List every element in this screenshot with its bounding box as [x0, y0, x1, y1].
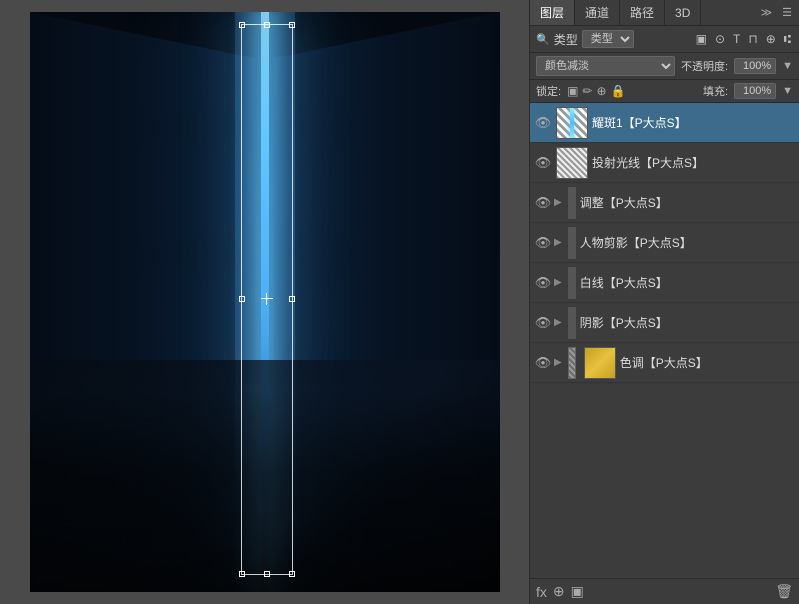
- eye-icon-5[interactable]: 👁: [534, 275, 552, 291]
- layers-list: 👁 耀斑1【P大点S】 👁 投射光线【P大点S】 👁 ▶ 调整【P大点S】: [530, 103, 799, 578]
- eye-icon-3[interactable]: 👁: [534, 195, 552, 211]
- layer-name-1: 耀斑1【P大点S】: [592, 114, 795, 131]
- layer-item-3[interactable]: 👁 ▶ 调整【P大点S】: [530, 183, 799, 223]
- eye-icon-1[interactable]: 👁: [534, 115, 552, 131]
- fill-arrow[interactable]: ▼: [782, 85, 793, 97]
- opacity-arrow[interactable]: ▼: [782, 60, 793, 72]
- layer-name-2: 投射光线【P大点S】: [592, 154, 795, 171]
- layer-group-indicator-5: [568, 267, 576, 299]
- layer-group-indicator-3: [568, 187, 576, 219]
- layer-group-indicator-7: [568, 347, 576, 379]
- search-icon: 🔍: [536, 33, 550, 46]
- opacity-label: 不透明度:: [681, 58, 728, 74]
- layer-arrow-4[interactable]: ▶: [554, 237, 562, 248]
- layer-item-4[interactable]: 👁 ▶ 人物剪影【P大点S】: [530, 223, 799, 263]
- lock-icon-move[interactable]: ⊕: [596, 84, 606, 98]
- layer-group-indicator-4: [568, 227, 576, 259]
- tab-more-icon[interactable]: ≫: [758, 4, 776, 21]
- eye-icon-6[interactable]: 👁: [534, 315, 552, 331]
- handle-middle-left[interactable]: [239, 296, 245, 302]
- eye-icon-7[interactable]: 👁: [534, 355, 552, 371]
- lock-icons: ▣ ✏ ⊕ 🔒: [567, 84, 625, 98]
- layer-group-indicator-6: [568, 307, 576, 339]
- canvas-area: [0, 0, 529, 604]
- delete-layer-button[interactable]: 🗑: [775, 583, 793, 600]
- tab-layers[interactable]: 图层: [530, 0, 575, 25]
- new-group-button[interactable]: ▣: [571, 583, 584, 600]
- layer-item-2[interactable]: 👁 投射光线【P大点S】: [530, 143, 799, 183]
- canvas-image: [30, 12, 500, 592]
- tab-bar: 图层 通道 路径 3D ≫ ☰: [530, 0, 799, 26]
- lock-row: 锁定: ▣ ✏ ⊕ 🔒 填充: 100% ▼: [530, 80, 799, 103]
- layer-name-3: 调整【P大点S】: [580, 194, 795, 211]
- search-filter-icon-circle[interactable]: ⊙: [713, 31, 727, 47]
- search-icons-right: ▣ ⊙ T ⊓ ⊕ ⑆: [694, 31, 793, 47]
- new-fill-layer-button[interactable]: ⊕: [553, 583, 565, 600]
- tab-menu-icon[interactable]: ☰: [779, 4, 795, 21]
- fx-button[interactable]: fx: [536, 584, 547, 600]
- transform-box: [241, 24, 293, 575]
- layer-name-5: 白线【P大点S】: [580, 274, 795, 291]
- layer-thumb-2: [556, 147, 588, 179]
- lock-label: 锁定:: [536, 83, 561, 99]
- tab-channels[interactable]: 通道: [575, 0, 620, 25]
- handle-middle-right[interactable]: [289, 296, 295, 302]
- layer-item-7[interactable]: 👁 ▶ 色调【P大点S】: [530, 343, 799, 383]
- crosshair: [261, 293, 273, 305]
- fill-label: 填充:: [703, 83, 728, 99]
- layer-name-7: 色调【P大点S】: [620, 354, 795, 371]
- search-filter-icon-smart[interactable]: ⑆: [782, 31, 793, 47]
- search-filter-icon-text[interactable]: T: [731, 31, 742, 47]
- layer-item-6[interactable]: 👁 ▶ 阴影【P大点S】: [530, 303, 799, 343]
- layer-arrow-6[interactable]: ▶: [554, 317, 562, 328]
- layer-item-1[interactable]: 👁 耀斑1【P大点S】: [530, 103, 799, 143]
- layer-thumb-1: [556, 107, 588, 139]
- tab-icons: ≫ ☰: [758, 4, 799, 21]
- tab-3d[interactable]: 3D: [665, 0, 701, 25]
- search-bar: 🔍 类型 类型 ▣ ⊙ T ⊓ ⊕ ⑆: [530, 26, 799, 53]
- bottom-toolbar: fx ⊕ ▣ 🗑: [530, 578, 799, 604]
- layer-arrow-3[interactable]: ▶: [554, 197, 562, 208]
- search-type-select[interactable]: 类型: [582, 30, 634, 48]
- lock-icon-lock[interactable]: 🔒: [611, 84, 626, 98]
- handle-top-right[interactable]: [289, 22, 295, 28]
- blend-mode-select[interactable]: 颜色减淡: [536, 56, 675, 76]
- tab-paths[interactable]: 路径: [620, 0, 665, 25]
- search-filter-icon-effect[interactable]: ⊕: [764, 31, 778, 47]
- eye-icon-4[interactable]: 👁: [534, 235, 552, 251]
- handle-bottom-right[interactable]: [289, 571, 295, 577]
- layer-arrow-7[interactable]: ▶: [554, 357, 562, 368]
- layer-thumb-7: [584, 347, 616, 379]
- layer-name-4: 人物剪影【P大点S】: [580, 234, 795, 251]
- handle-bottom-left[interactable]: [239, 571, 245, 577]
- layer-name-6: 阴影【P大点S】: [580, 314, 795, 331]
- handle-bottom-center[interactable]: [264, 571, 270, 577]
- handle-top-left[interactable]: [239, 22, 245, 28]
- fill-value[interactable]: 100%: [734, 83, 776, 99]
- search-filter-icon-rect[interactable]: ▣: [694, 31, 709, 47]
- opacity-value[interactable]: 100%: [734, 58, 776, 74]
- layer-item-5[interactable]: 👁 ▶ 白线【P大点S】: [530, 263, 799, 303]
- lock-icon-pen[interactable]: ✏: [582, 84, 592, 98]
- search-filter-icon-shape[interactable]: ⊓: [746, 31, 759, 47]
- search-label: 类型: [554, 31, 578, 48]
- eye-icon-2[interactable]: 👁: [534, 155, 552, 171]
- lock-icon-checkered[interactable]: ▣: [567, 84, 578, 98]
- handle-top-center[interactable]: [264, 22, 270, 28]
- panels: 图层 通道 路径 3D ≫ ☰ 🔍 类型 类型 ▣ ⊙ T ⊓ ⊕ ⑆ 颜色减淡…: [529, 0, 799, 604]
- blend-mode-row: 颜色减淡 不透明度: 100% ▼: [530, 53, 799, 80]
- layer-arrow-5[interactable]: ▶: [554, 277, 562, 288]
